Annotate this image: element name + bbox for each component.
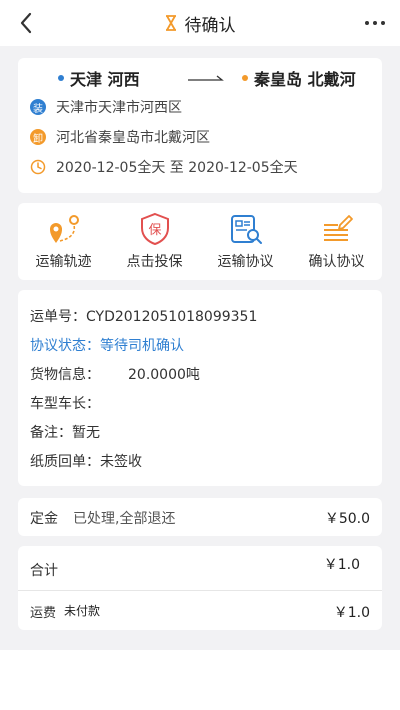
more-button[interactable] [360, 10, 390, 36]
waybill-number: 运单号：CYD2012051018099351 [30, 309, 258, 325]
track-button[interactable]: 运输轨迹 [18, 211, 109, 275]
route-card: 天津 河西 秦皇岛 北戴河 装 天津市天津市河西区 卸 河北省秦皇岛市北戴河区 … [18, 58, 382, 193]
action-label: 确认协议 [308, 254, 365, 270]
order-info-card: 运单号：CYD2012051018099351 协议状态：等待司机确认 货物信息… [18, 290, 382, 486]
load-address-row: 装 天津市天津市河西区 [30, 96, 370, 118]
action-label: 运输协议 [217, 254, 274, 270]
svg-text:保: 保 [148, 223, 161, 238]
cargo-info-row: 货物信息： 20.0000吨 [30, 364, 370, 384]
divider [18, 590, 382, 591]
document-search-icon [230, 215, 262, 244]
top-bar: 待确认 [0, 0, 400, 46]
deposit-amount: ￥50.0 [324, 511, 370, 527]
totals-card: 合计 ￥1.0 运费 未付款 ￥1.0 [18, 546, 382, 630]
vehicle-info: 车型车长： [30, 396, 100, 412]
confirm-agreement-button[interactable]: 确认协议 [291, 211, 382, 275]
deposit-card: 定金 已处理,全部退还 ￥50.0 [18, 498, 382, 536]
remark: 备注：暂无 [30, 425, 100, 441]
destination-city-label: 秦皇岛 北戴河 [254, 70, 356, 89]
unload-address: 河北省秦皇岛市北戴河区 [56, 130, 210, 146]
load-address: 天津市天津市河西区 [56, 100, 182, 116]
agreement-button[interactable]: 运输协议 [200, 211, 291, 275]
deposit-label: 定金 [30, 511, 58, 527]
bottom-area [0, 650, 400, 710]
insure-button[interactable]: 保 点击投保 [109, 211, 200, 275]
freight-status: 未付款 [64, 604, 101, 618]
action-label: 运输轨迹 [35, 254, 92, 270]
destination-dot-icon [242, 75, 248, 81]
page-title-group: 待确认 [165, 11, 236, 36]
date-range: 2020-12-05全天 至 2020-12-05全天 [56, 160, 298, 176]
unload-address-row: 卸 河北省秦皇岛市北戴河区 [30, 126, 370, 148]
load-badge: 装 [30, 99, 46, 115]
route-header: 天津 河西 秦皇岛 北戴河 [18, 66, 382, 90]
destination-city: 秦皇岛 北戴河 [242, 66, 356, 90]
freight-amount: ￥1.0 [333, 605, 370, 621]
cargo-info-value: 20.0000吨 [128, 367, 200, 383]
action-label: 点击投保 [126, 254, 183, 270]
cargo-info-label: 货物信息： [30, 367, 100, 383]
origin-dot-icon [58, 75, 64, 81]
actions-card: 运输轨迹 保 点击投保 运输协议 确认协议 [18, 203, 382, 280]
total-amount: ￥1.0 [323, 557, 360, 573]
agreement-status: 协议状态：等待司机确认 [30, 338, 184, 354]
origin-city: 天津 河西 [58, 66, 140, 90]
more-dots-icon [365, 21, 385, 25]
total-label: 合计 [30, 563, 58, 579]
clock-icon [30, 159, 46, 175]
page-title: 待确认 [184, 15, 236, 36]
edit-confirm-icon [323, 215, 353, 241]
hourglass-icon [165, 15, 176, 31]
route-arrow-icon [188, 75, 224, 81]
origin-city-label: 天津 河西 [70, 70, 140, 89]
unload-badge: 卸 [30, 129, 46, 145]
date-row: 2020-12-05全天 至 2020-12-05全天 [30, 156, 370, 178]
chevron-left-icon [20, 12, 32, 34]
paper-receipt: 纸质回单：未签收 [30, 454, 142, 470]
freight-label: 运费 [30, 606, 57, 621]
insurance-shield-icon: 保 [140, 212, 169, 246]
location-track-icon [49, 215, 79, 243]
back-button[interactable] [14, 8, 38, 38]
deposit-status: 已处理,全部退还 [73, 511, 176, 527]
